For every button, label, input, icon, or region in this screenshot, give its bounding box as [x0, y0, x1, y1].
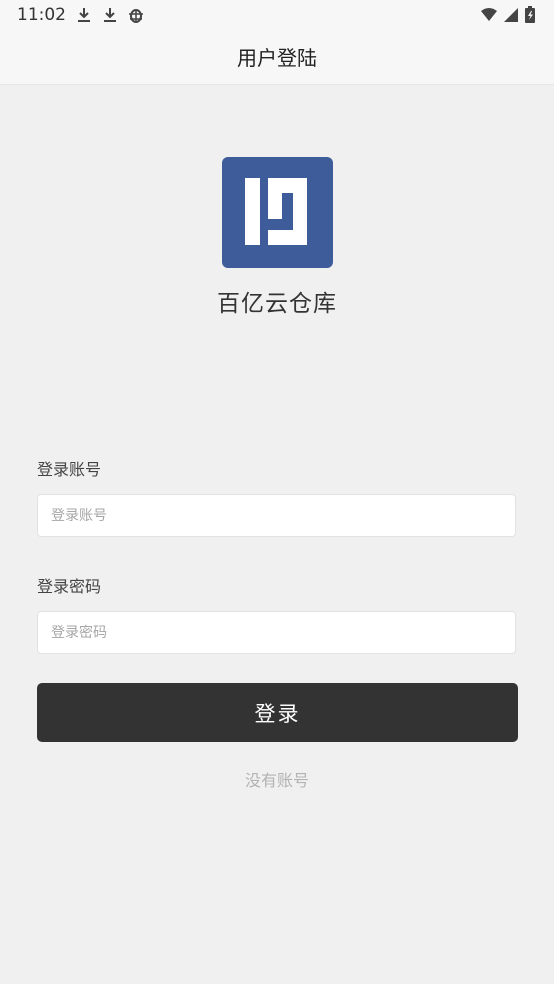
bug-icon [129, 9, 143, 23]
app-header: 用户登陆 [0, 30, 554, 85]
login-button[interactable]: 登录 [37, 683, 518, 742]
page-title: 用户登陆 [237, 46, 317, 70]
account-label: 登录账号 [37, 460, 102, 479]
wifi-icon [481, 8, 497, 21]
password-input[interactable] [37, 611, 516, 654]
app-logo-mark-icon [245, 178, 307, 245]
status-time: 11:02 [17, 5, 66, 25]
account-input[interactable] [37, 494, 516, 537]
app-logo [222, 157, 333, 268]
app-name: 百亿云仓库 [217, 291, 337, 317]
battery-icon [525, 6, 535, 23]
status-bar: 11:02 [0, 0, 554, 30]
download-icon [104, 8, 116, 22]
no-account-link[interactable]: 没有账号 [0, 767, 554, 791]
download-icon [78, 8, 90, 22]
signal-icon [504, 8, 518, 22]
password-label: 登录密码 [37, 577, 102, 596]
